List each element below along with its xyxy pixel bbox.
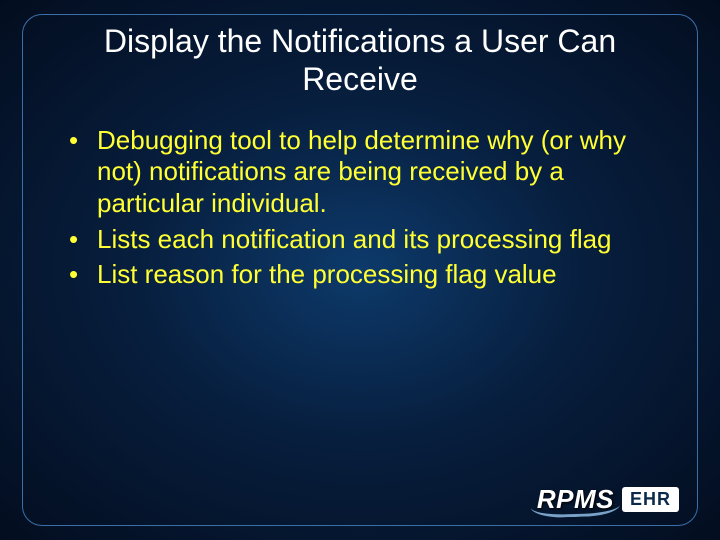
ehr-badge: EHR [622, 487, 679, 512]
bullet-item: Debugging tool to help determine why (or… [63, 125, 669, 220]
bullet-item: List reason for the processing flag valu… [63, 259, 669, 291]
slide-frame: Display the Notifications a User Can Rec… [22, 14, 698, 526]
rpms-logo: RPMS [537, 484, 614, 515]
bullet-list: Debugging tool to help determine why (or… [51, 125, 669, 292]
slide-title: Display the Notifications a User Can Rec… [51, 23, 669, 99]
bullet-item: Lists each notification and its processi… [63, 224, 669, 256]
footer-logo: RPMS EHR [537, 484, 679, 515]
